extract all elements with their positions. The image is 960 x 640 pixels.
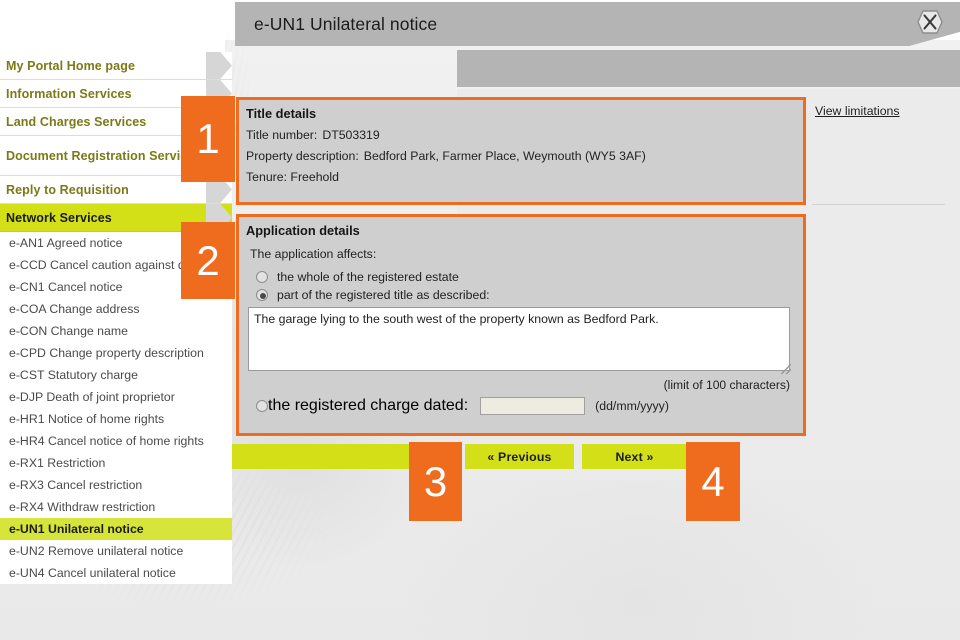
resize-handle-icon[interactable] (781, 364, 791, 374)
sidebar-item-label: e-CPD Change property description (9, 345, 204, 360)
sidebar-item-e-coa[interactable]: e-COA Change address (0, 298, 232, 320)
callout-badge-1: 1 (181, 96, 235, 182)
sidebar-item-e-hr1[interactable]: e-HR1 Notice of home rights (0, 408, 232, 430)
sidebar-item-label: e-CST Statutory charge (9, 367, 138, 382)
sidebar-item-label: e-UN1 Unilateral notice (9, 521, 144, 536)
radio-icon[interactable] (256, 400, 268, 412)
property-description-row: Property description: Bedford Park, Farme… (239, 142, 803, 163)
sidebar-item-label: e-HR4 Cancel notice of home rights (9, 433, 204, 448)
radio-option-label: the registered charge dated: (268, 397, 469, 414)
radio-option-label: part of the registered title as describe… (277, 288, 490, 302)
button-bar: « Previous Next » (232, 444, 713, 469)
description-textarea[interactable] (248, 307, 790, 371)
title-details-section: Title details Title number: DT503319 Prop… (236, 97, 806, 205)
title-number-row: Title number: DT503319 (239, 121, 803, 142)
callout-badge-2: 2 (181, 222, 235, 299)
page-title: e-UN1 Unilateral notice (254, 13, 438, 34)
sidebar-item-label: e-COA Change address (9, 301, 140, 316)
app-root: My Portal Home page Information Services… (0, 0, 960, 640)
title-details-heading: Title details (246, 106, 317, 121)
sidebar-item-e-cst[interactable]: e-CST Statutory charge (0, 364, 232, 386)
close-icon[interactable] (914, 6, 946, 38)
sidebar-item-label: e-UN2 Remove unilateral notice (9, 543, 184, 558)
secondary-toolbar (457, 50, 960, 87)
sidebar-item-e-con[interactable]: e-CON Change name (0, 320, 232, 342)
previous-button[interactable]: « Previous (465, 444, 574, 469)
window-title-bar: e-UN1 Unilateral notice (235, 2, 960, 46)
charge-date-input[interactable] (480, 397, 586, 415)
property-description-label: Property description: (246, 149, 359, 163)
sidebar-item-label: Land Charges Services (6, 114, 147, 129)
character-limit-note: (limit of 100 characters) (663, 378, 790, 392)
right-column: View limitations (812, 97, 945, 205)
sidebar-item-e-un4[interactable]: e-UN4 Cancel unilateral notice (0, 562, 232, 584)
top-white-area (0, 0, 225, 52)
sidebar-item-e-un2[interactable]: e-UN2 Remove unilateral notice (0, 540, 232, 562)
sidebar-item-label: e-RX1 Restriction (9, 455, 106, 470)
sidebar-item-label: e-HR1 Notice of home rights (9, 411, 165, 426)
sidebar-item-e-rx1[interactable]: e-RX1 Restriction (0, 452, 232, 474)
property-description-value: Bedford Park, Farmer Place, Weymouth (WY… (363, 149, 646, 163)
sidebar-item-e-hr4[interactable]: e-HR4 Cancel notice of home rights (0, 430, 232, 452)
sidebar-item-label: e-AN1 Agreed notice (9, 235, 123, 250)
radio-option-label: the whole of the registered estate (277, 270, 459, 284)
sidebar-item-label: e-CON Change name (9, 323, 128, 338)
sidebar-item-label: Network Services (6, 210, 112, 225)
callout-badge-3: 3 (409, 442, 462, 521)
next-button[interactable]: Next » (582, 444, 687, 469)
application-details-heading: Application details (246, 223, 360, 238)
view-limitations-link[interactable]: View limitations (812, 97, 900, 118)
application-affects-label: The application affects: (250, 247, 377, 261)
sidebar-item-label: e-RX4 Withdraw restriction (9, 499, 156, 514)
radio-option-registered-charge[interactable]: the registered charge dated: (dd/mm/yyyy… (239, 392, 803, 415)
sidebar-item-label: Document Registration Service (6, 148, 195, 163)
radio-option-whole-estate[interactable]: the whole of the registered estate (239, 261, 803, 284)
sidebar-item-my-portal-home-page[interactable]: My Portal Home page (0, 52, 232, 80)
date-format-hint: (dd/mm/yyyy) (595, 399, 669, 413)
sidebar-item-label: e-CN1 Cancel notice (9, 279, 123, 294)
sidebar-item-e-cpd[interactable]: e-CPD Change property description (0, 342, 232, 364)
sidebar-item-e-rx4[interactable]: e-RX4 Withdraw restriction (0, 496, 232, 518)
tenure-row: Tenure: Freehold (246, 170, 339, 184)
sidebar-item-label: Reply to Requisition (6, 182, 129, 197)
radio-option-part-of-title[interactable]: part of the registered title as describe… (239, 284, 803, 302)
callout-badge-4: 4 (686, 442, 740, 521)
title-number-label: Title number: (246, 128, 318, 142)
sidebar-item-label: My Portal Home page (6, 58, 136, 73)
sidebar-item-label: e-RX3 Cancel restriction (9, 477, 143, 492)
title-number-value: DT503319 (322, 128, 380, 142)
sidebar-item-e-djp[interactable]: e-DJP Death of joint proprietor (0, 386, 232, 408)
sidebar-item-label: e-UN4 Cancel unilateral notice (9, 565, 176, 580)
sidebar-item-e-un1[interactable]: e-UN1 Unilateral notice (0, 518, 232, 540)
description-textarea-wrap (239, 302, 803, 376)
application-details-section: Application details The application affe… (236, 214, 806, 436)
radio-icon[interactable] (256, 289, 268, 301)
sidebar-item-e-rx3[interactable]: e-RX3 Cancel restriction (0, 474, 232, 496)
sidebar-item-label: Information Services (6, 86, 132, 101)
sidebar-item-label: e-DJP Death of joint proprietor (9, 389, 175, 404)
radio-icon[interactable] (256, 271, 268, 283)
